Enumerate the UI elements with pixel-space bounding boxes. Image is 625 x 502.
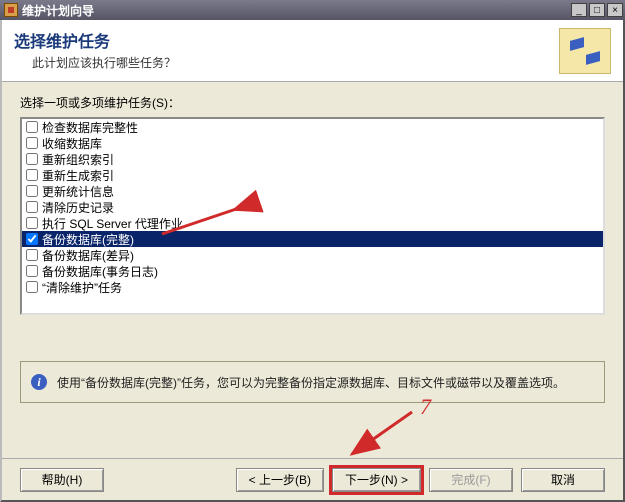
- wizard-icon: [559, 28, 611, 74]
- description-text: 使用“备份数据库(完整)”任务，您可以为完整备份指定源数据库、目标文件或磁带以及…: [57, 374, 565, 391]
- task-checkbox[interactable]: [26, 265, 38, 277]
- task-label: 重新组织索引: [42, 151, 114, 168]
- task-checkbox[interactable]: [26, 153, 38, 165]
- back-button[interactable]: < 上一步(B): [236, 468, 324, 492]
- page-title: 选择维护任务: [14, 28, 559, 52]
- help-button[interactable]: 帮助(H): [20, 468, 104, 492]
- task-checkbox[interactable]: [26, 249, 38, 261]
- annotation-arrow-2: [342, 404, 432, 464]
- titlebar: 维护计划向导 _ □ ×: [0, 0, 625, 20]
- tasks-label: 选择一项或多项维护任务(S)：: [20, 94, 605, 111]
- task-item[interactable]: 备份数据库(差异): [22, 247, 603, 263]
- task-item[interactable]: 更新统计信息: [22, 183, 603, 199]
- task-label: 更新统计信息: [42, 183, 114, 200]
- finish-button[interactable]: 完成(F): [429, 468, 513, 492]
- task-label: 备份数据库(完整): [42, 231, 134, 248]
- wizard-header: 选择维护任务 此计划应该执行哪些任务？: [2, 20, 623, 82]
- task-item[interactable]: “清除维护”任务: [22, 279, 603, 295]
- task-item[interactable]: 收缩数据库: [22, 135, 603, 151]
- next-button[interactable]: 下一步(N) >: [332, 468, 421, 492]
- task-checkbox[interactable]: [26, 233, 38, 245]
- task-label: 收缩数据库: [42, 135, 102, 152]
- window-body: 选择维护任务 此计划应该执行哪些任务？ 选择一项或多项维护任务(S)： 检查数据…: [0, 20, 625, 502]
- close-button[interactable]: ×: [607, 3, 623, 17]
- cancel-button[interactable]: 取消: [521, 468, 605, 492]
- task-label: 执行 SQL Server 代理作业: [42, 215, 183, 232]
- task-label: “清除维护”任务: [42, 279, 122, 296]
- task-checkbox[interactable]: [26, 137, 38, 149]
- task-label: 备份数据库(差异): [42, 247, 134, 264]
- task-checkbox[interactable]: [26, 121, 38, 133]
- task-item[interactable]: 检查数据库完整性: [22, 119, 603, 135]
- window-title: 维护计划向导: [22, 2, 571, 19]
- description-panel: i 使用“备份数据库(完整)”任务，您可以为完整备份指定源数据库、目标文件或磁带…: [20, 361, 605, 403]
- task-label: 检查数据库完整性: [42, 119, 138, 136]
- tasks-listbox[interactable]: 检查数据库完整性收缩数据库重新组织索引重新生成索引更新统计信息清除历史记录执行 …: [20, 117, 605, 315]
- content-area: 选择一项或多项维护任务(S)： 检查数据库完整性收缩数据库重新组织索引重新生成索…: [2, 82, 623, 458]
- task-label: 备份数据库(事务日志): [42, 263, 158, 280]
- maximize-button[interactable]: □: [589, 3, 605, 17]
- task-checkbox[interactable]: [26, 281, 38, 293]
- task-item[interactable]: 执行 SQL Server 代理作业: [22, 215, 603, 231]
- task-checkbox[interactable]: [26, 185, 38, 197]
- page-subtitle: 此计划应该执行哪些任务？: [14, 54, 559, 71]
- task-label: 清除历史记录: [42, 199, 114, 216]
- wizard-footer: 帮助(H) < 上一步(B) 下一步(N) > 完成(F) 取消: [2, 458, 623, 500]
- task-item[interactable]: 重新组织索引: [22, 151, 603, 167]
- task-item[interactable]: 备份数据库(完整): [22, 231, 603, 247]
- task-checkbox[interactable]: [26, 169, 38, 181]
- task-item[interactable]: 重新生成索引: [22, 167, 603, 183]
- minimize-button[interactable]: _: [571, 3, 587, 17]
- task-label: 重新生成索引: [42, 167, 114, 184]
- task-item[interactable]: 清除历史记录: [22, 199, 603, 215]
- info-icon: i: [31, 374, 47, 390]
- task-item[interactable]: 备份数据库(事务日志): [22, 263, 603, 279]
- task-checkbox[interactable]: [26, 217, 38, 229]
- app-icon: [4, 3, 18, 17]
- task-checkbox[interactable]: [26, 201, 38, 213]
